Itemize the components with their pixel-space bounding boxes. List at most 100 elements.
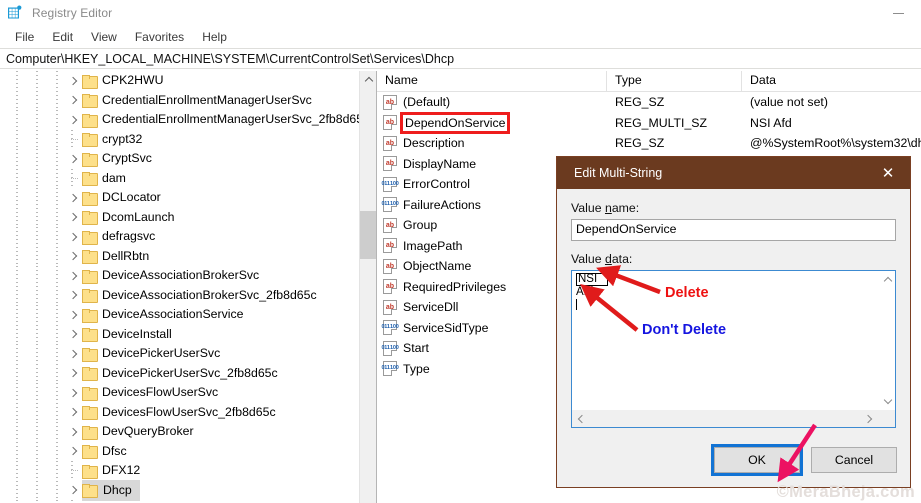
tree-item-dhcp[interactable]: Dhcp <box>0 479 359 501</box>
value-data-label: Value data: <box>571 252 633 266</box>
chevron-right-icon[interactable] <box>66 188 82 208</box>
chevron-right-icon[interactable] <box>66 266 82 286</box>
registry-tree-pane[interactable]: CPK2HWU CredentialEnrollmentManagerUserSv… <box>0 71 377 503</box>
tree-item-crypt32[interactable]: crypt32 <box>0 129 359 149</box>
value-data-vertical-scrollbar[interactable] <box>878 271 895 410</box>
chevron-right-icon[interactable] <box>66 286 82 306</box>
tree-indent-guide <box>6 90 26 110</box>
ok-button[interactable]: OK <box>711 444 803 476</box>
chevron-right-icon[interactable] <box>66 227 82 247</box>
menu-view[interactable]: View <box>82 28 126 46</box>
folder-icon <box>82 152 98 167</box>
cancel-button[interactable]: Cancel <box>811 447 897 473</box>
string-value-icon: ab <box>383 115 397 131</box>
tree-indent-guide <box>46 461 66 481</box>
tree-item-dfx12[interactable]: DFX12 <box>0 461 359 481</box>
tree-item-label: DeviceAssociationBrokerSvc_2fb8d65c <box>102 287 317 302</box>
tree-scrollbar-thumb[interactable] <box>360 211 376 259</box>
string-value-icon: ab <box>383 217 397 233</box>
tree-indent-guide <box>46 168 66 188</box>
tree-item-defragsvc[interactable]: defragsvc <box>0 227 359 247</box>
tree-item-devicepickerusersvc-2fb8d65c[interactable]: DevicePickerUserSvc_2fb8d65c <box>0 363 359 384</box>
column-header-data[interactable]: Data <box>742 71 921 92</box>
tree-item-deviceassociationservice[interactable]: DeviceAssociationService <box>0 305 359 325</box>
text-caret <box>576 299 577 310</box>
close-icon[interactable]: ✕ <box>866 157 910 189</box>
tree-item-dcomlaunch[interactable]: DcomLaunch <box>0 207 359 228</box>
chevron-right-icon[interactable] <box>66 325 82 345</box>
chevron-right-icon[interactable] <box>66 149 82 169</box>
tree-item-dfsc[interactable]: Dfsc <box>0 441 359 462</box>
tree-item-label: DCLocator <box>102 190 161 204</box>
chevron-right-icon[interactable] <box>66 91 82 111</box>
tree-item-cryptsvc[interactable]: CryptSvc <box>0 149 359 169</box>
tree-item-devicesflowusersvc-2fb8d65c[interactable]: DevicesFlowUserSvc_2fb8d65c <box>0 402 359 423</box>
menu-favorites[interactable]: Favorites <box>126 28 193 46</box>
value-name-text: Description <box>403 136 465 151</box>
tree-indent-guide <box>46 90 66 110</box>
tree-vertical-scrollbar[interactable] <box>359 71 376 503</box>
tree-item-devicepickerusersvc[interactable]: DevicePickerUserSvc <box>0 344 359 364</box>
tree-item-cpk2hwu[interactable]: CPK2HWU <box>0 71 359 91</box>
menu-edit[interactable]: Edit <box>43 28 82 46</box>
tree-item-deviceassociationbrokersvc[interactable]: DeviceAssociationBrokerSvc <box>0 266 359 286</box>
column-header-type[interactable]: Type <box>607 71 742 92</box>
column-header-name[interactable]: Name <box>377 71 607 92</box>
value-data-scroll-down-icon[interactable] <box>879 393 896 410</box>
registry-value-row[interactable]: ab Description REG_SZ @%SystemRoot%\system3… <box>377 133 921 154</box>
registry-value-row[interactable]: ab DependOnService REG_MULTI_SZ NSI Afd <box>377 111 921 134</box>
registry-value-row[interactable]: ab (Default) REG_SZ (value not set) <box>377 92 921 113</box>
menu-help[interactable]: Help <box>193 28 236 46</box>
address-bar[interactable]: Computer\HKEY_LOCAL_MACHINE\SYSTEM\Curre… <box>0 48 921 69</box>
chevron-right-icon[interactable] <box>66 305 82 325</box>
chevron-right-icon[interactable] <box>66 422 82 442</box>
value-data-scroll-right-icon[interactable] <box>861 410 878 427</box>
tree-indent-guide <box>6 422 26 442</box>
value-data-horizontal-scrollbar[interactable] <box>572 410 878 427</box>
chevron-right-icon[interactable] <box>66 71 82 91</box>
chevron-right-icon[interactable] <box>66 403 82 423</box>
value-name-text: DisplayName <box>403 156 477 171</box>
chevron-right-icon[interactable] <box>66 481 82 501</box>
tree-item-devquerybroker[interactable]: DevQueryBroker <box>0 422 359 442</box>
chevron-right-icon[interactable] <box>66 442 82 462</box>
chevron-right-icon[interactable] <box>66 110 82 130</box>
value-name-input[interactable]: DependOnService <box>571 219 896 241</box>
tree-indent-guide <box>26 305 46 325</box>
value-type-cell: REG_SZ <box>615 95 665 110</box>
tree-item-deviceassociationbrokersvc-2fb8d65c[interactable]: DeviceAssociationBrokerSvc_2fb8d65c <box>0 285 359 306</box>
tree-indent-guide <box>46 110 66 130</box>
tree-item-deviceinstall[interactable]: DeviceInstall <box>0 324 359 345</box>
value-name-text: Group <box>403 218 438 233</box>
value-data-scroll-left-icon[interactable] <box>572 410 589 427</box>
tree-item-content: DeviceAssociationBrokerSvc_2fb8d65c <box>82 286 317 306</box>
tree-item-credentialenrollmentmanagerusersvc-2fb8d65c[interactable]: CredentialEnrollmentManagerUserSvc_2fb8d… <box>0 110 359 130</box>
tree-scroll-up-icon[interactable] <box>360 71 376 88</box>
tree-indent-guide <box>6 71 26 91</box>
tree-item-label: DevicePickerUserSvc_2fb8d65c <box>102 365 278 380</box>
value-data-textarea[interactable]: NSI Afd <box>571 270 896 428</box>
tree-item-devicesflowusersvc[interactable]: DevicesFlowUserSvc <box>0 383 359 403</box>
tree-item-dam[interactable]: dam <box>0 168 359 188</box>
chevron-right-icon[interactable] <box>66 344 82 364</box>
tree-item-label: dam <box>102 170 126 185</box>
chevron-right-icon[interactable] <box>66 208 82 228</box>
title-bar: Registry Editor <box>0 0 921 26</box>
dialog-buttons: OK Cancel <box>711 444 897 476</box>
chevron-right-icon[interactable] <box>66 247 82 267</box>
tree-item-dellrbtn[interactable]: DellRbtn <box>0 246 359 267</box>
tree-indent-guide <box>6 305 26 325</box>
tree-item-content: DevicePickerUserSvc <box>82 344 220 364</box>
minimize-button[interactable] <box>876 0 921 26</box>
tree-indent-guide <box>26 461 46 481</box>
tree-item-credentialenrollmentmanagerusersvc[interactable]: CredentialEnrollmentManagerUserSvc <box>0 90 359 111</box>
chevron-right-icon[interactable] <box>66 383 82 403</box>
folder-icon <box>82 211 98 226</box>
menu-file[interactable]: File <box>6 28 43 46</box>
tree-item-dclocator[interactable]: DCLocator <box>0 188 359 208</box>
folder-icon <box>82 328 98 343</box>
chevron-right-icon[interactable] <box>66 364 82 384</box>
folder-icon <box>82 347 98 362</box>
value-data-scroll-up-icon[interactable] <box>879 271 896 288</box>
folder-icon <box>82 386 98 401</box>
